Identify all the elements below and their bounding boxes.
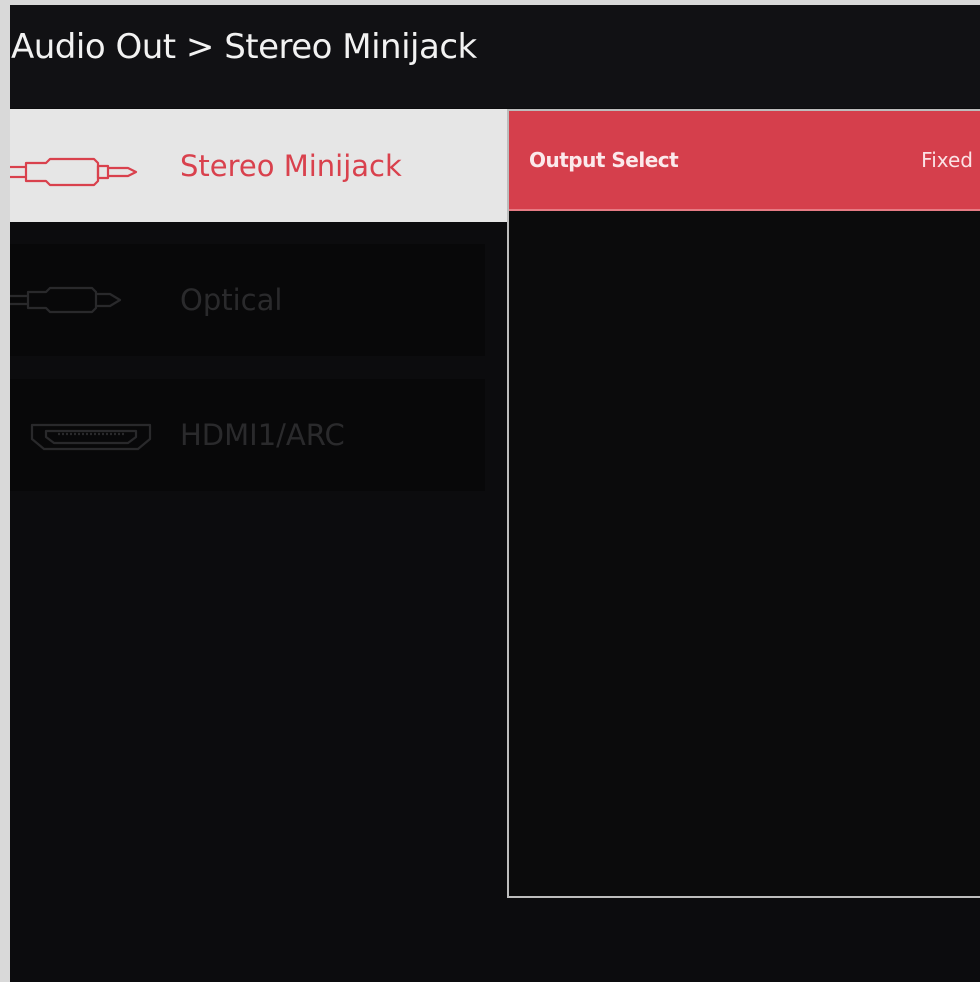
header-bar: Audio Out > Stereo Minijack — [10, 5, 980, 108]
settings-panel: Output Select Fixed — [507, 109, 980, 898]
menu-item-label: Optical — [180, 283, 283, 317]
hdmi-icon — [10, 379, 160, 491]
output-select-value: Fixed — [921, 148, 973, 172]
minijack-icon — [10, 109, 160, 222]
menu-item-label: HDMI1/ARC — [180, 418, 345, 452]
menu-item-stereo-minijack[interactable]: Stereo Minijack — [10, 109, 507, 222]
optical-icon — [10, 244, 160, 356]
tv-settings-screen: Audio Out > Stereo Minijack Stereo Minij… — [10, 5, 980, 982]
menu-item-hdmi-arc[interactable]: HDMI1/ARC — [10, 379, 485, 491]
breadcrumb: Audio Out > Stereo Minijack — [11, 27, 477, 67]
menu-item-optical[interactable]: Optical — [10, 244, 485, 356]
output-select-label: Output Select — [529, 148, 679, 172]
menu-item-label: Stereo Minijack — [180, 148, 402, 183]
output-select-row[interactable]: Output Select Fixed — [509, 111, 980, 211]
